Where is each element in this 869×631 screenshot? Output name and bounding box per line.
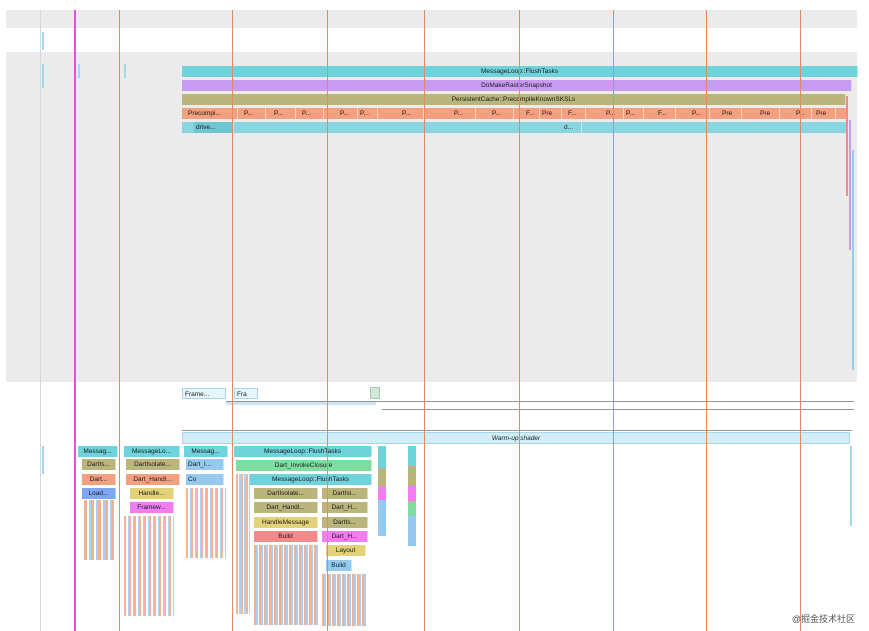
- grid-line: [40, 10, 41, 631]
- ui-slice[interactable]: Messag...: [184, 446, 228, 457]
- frame-span-line: [182, 430, 852, 431]
- precompile-slice[interactable]: F...: [566, 108, 586, 119]
- ui-slice[interactable]: Dart_I...: [186, 459, 224, 470]
- ui-slice[interactable]: Dart_H...: [322, 502, 368, 513]
- precompile-slice[interactable]: P...: [624, 108, 644, 119]
- ui-slice[interactable]: Load...: [82, 488, 116, 499]
- frame-boundary-line: [232, 10, 233, 631]
- sliver-mark: [852, 150, 854, 370]
- sliver-mark: [42, 64, 44, 88]
- precompile-slice[interactable]: P...: [794, 108, 812, 119]
- ui-slice-stack[interactable]: [408, 446, 416, 546]
- ui-slice[interactable]: Dart_H...: [322, 531, 368, 542]
- precompile-slice[interactable]: F...: [656, 108, 676, 119]
- precompile-slice[interactable]: Pre: [720, 108, 742, 119]
- ui-slice[interactable]: MessageLo...: [124, 446, 180, 457]
- gpu-slice-flush-tasks[interactable]: MessageLoop::FlushTasks: [182, 66, 858, 77]
- ui-slice[interactable]: Handle...: [130, 488, 174, 499]
- driver-slice[interactable]: drive...: [194, 122, 234, 133]
- ui-slice[interactable]: Dart_Handl...: [254, 502, 318, 513]
- ui-deep-stack: [322, 574, 366, 626]
- ui-deep-stack: [84, 500, 114, 560]
- ui-slice-stack[interactable]: [378, 446, 386, 536]
- precompile-slice[interactable]: P...: [690, 108, 710, 119]
- sliver-mark: [849, 120, 851, 250]
- precompile-slice[interactable]: P...: [272, 108, 296, 119]
- sliver-mark: [850, 446, 852, 526]
- ui-slice-flush-tasks[interactable]: MessageLoop::FlushTasks: [234, 446, 372, 457]
- timeline-header-band: [6, 10, 857, 28]
- sliver-mark: [78, 64, 80, 78]
- ui-slice[interactable]: Framew...: [130, 502, 174, 513]
- gpu-slice-raster-snapshot[interactable]: DoMakeRasterSnapshot: [182, 80, 852, 91]
- sliver-mark: [42, 32, 44, 50]
- ui-slice[interactable]: Build: [326, 560, 352, 571]
- ui-deep-stack: [124, 516, 174, 616]
- ui-deep-stack: [236, 474, 250, 614]
- frame-marker[interactable]: [370, 387, 380, 399]
- precompile-slice[interactable]: P...: [490, 108, 514, 119]
- driver-slice[interactable]: d...: [562, 122, 582, 133]
- precompile-slice[interactable]: Pre: [758, 108, 780, 119]
- sliver-mark: [124, 64, 126, 78]
- sliver-mark: [42, 446, 44, 474]
- ui-slice-invoke-closure[interactable]: Dart_InvokeClosure: [236, 460, 372, 471]
- frame-boundary-line: [327, 10, 328, 631]
- ui-slice[interactable]: DartIs...: [82, 459, 116, 470]
- precompile-slice[interactable]: P...: [452, 108, 476, 119]
- precompile-slice[interactable]: P...: [300, 108, 324, 119]
- precompile-slice[interactable]: P...: [242, 108, 266, 119]
- precompile-slice[interactable]: P...: [338, 108, 358, 119]
- frame-slice[interactable]: Fra: [234, 388, 258, 399]
- ui-slice[interactable]: Dart...: [82, 474, 116, 485]
- ui-slice[interactable]: DartIs...: [322, 517, 368, 528]
- frame-boundary-line: [519, 10, 520, 631]
- ui-deep-stack: [254, 545, 318, 625]
- ui-slice[interactable]: Build: [254, 531, 318, 542]
- precompile-slice[interactable]: P...: [400, 108, 424, 119]
- precompile-slice[interactable]: Pre: [540, 108, 562, 119]
- precompile-row: Precompi... P... P... P... P... P... P..…: [182, 108, 846, 119]
- ui-slice[interactable]: Co: [186, 474, 224, 485]
- ui-slice[interactable]: HandleMessage: [254, 517, 318, 528]
- frame-boundary-line: [800, 10, 801, 631]
- precompile-slice[interactable]: P...: [358, 108, 378, 119]
- precompile-slice[interactable]: F...: [524, 108, 540, 119]
- frame-boundary-line: [613, 10, 614, 631]
- warmup-shader-slice[interactable]: Warm-up shader: [182, 432, 850, 444]
- frame-boundary-line: [706, 10, 707, 631]
- precompile-slice[interactable]: Precompi...: [186, 108, 238, 119]
- sliver-mark: [846, 96, 848, 196]
- watermark: @掘金技术社区: [791, 614, 855, 624]
- driver-row: drive... d...: [182, 122, 846, 133]
- ui-slice[interactable]: Layout: [326, 545, 366, 556]
- ui-slice[interactable]: Messag...: [78, 446, 118, 457]
- frame-span-line: [382, 409, 854, 410]
- ui-slice-flush-tasks[interactable]: MessageLoop::FlushTasks: [250, 474, 372, 485]
- precompile-slice[interactable]: Pre: [814, 108, 836, 119]
- ui-slice[interactable]: DartIsolate...: [254, 488, 318, 499]
- frame-slice[interactable]: Frame...: [182, 388, 226, 399]
- frame-boundary-line: [74, 10, 76, 631]
- ui-slice[interactable]: DartIsolate...: [126, 459, 180, 470]
- ui-deep-stack: [186, 488, 226, 558]
- ui-slice[interactable]: DartIsi...: [322, 488, 368, 499]
- frame-boundary-line: [424, 10, 425, 631]
- frame-boundary-line: [119, 10, 120, 631]
- frame-span-bar: [226, 402, 376, 405]
- precompile-slice[interactable]: P...: [604, 108, 624, 119]
- ui-slice[interactable]: Dart_Handl...: [126, 474, 180, 485]
- gpu-slice-precompile-sksls[interactable]: PersistentCache::PrecompileKnownSKSLs: [182, 94, 846, 105]
